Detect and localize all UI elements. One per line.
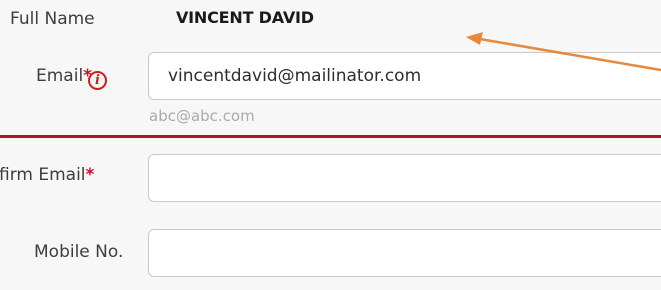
annotation-arrow <box>466 32 661 72</box>
annotation-arrow-head <box>466 32 483 45</box>
annotation-arrow-line <box>479 37 661 72</box>
